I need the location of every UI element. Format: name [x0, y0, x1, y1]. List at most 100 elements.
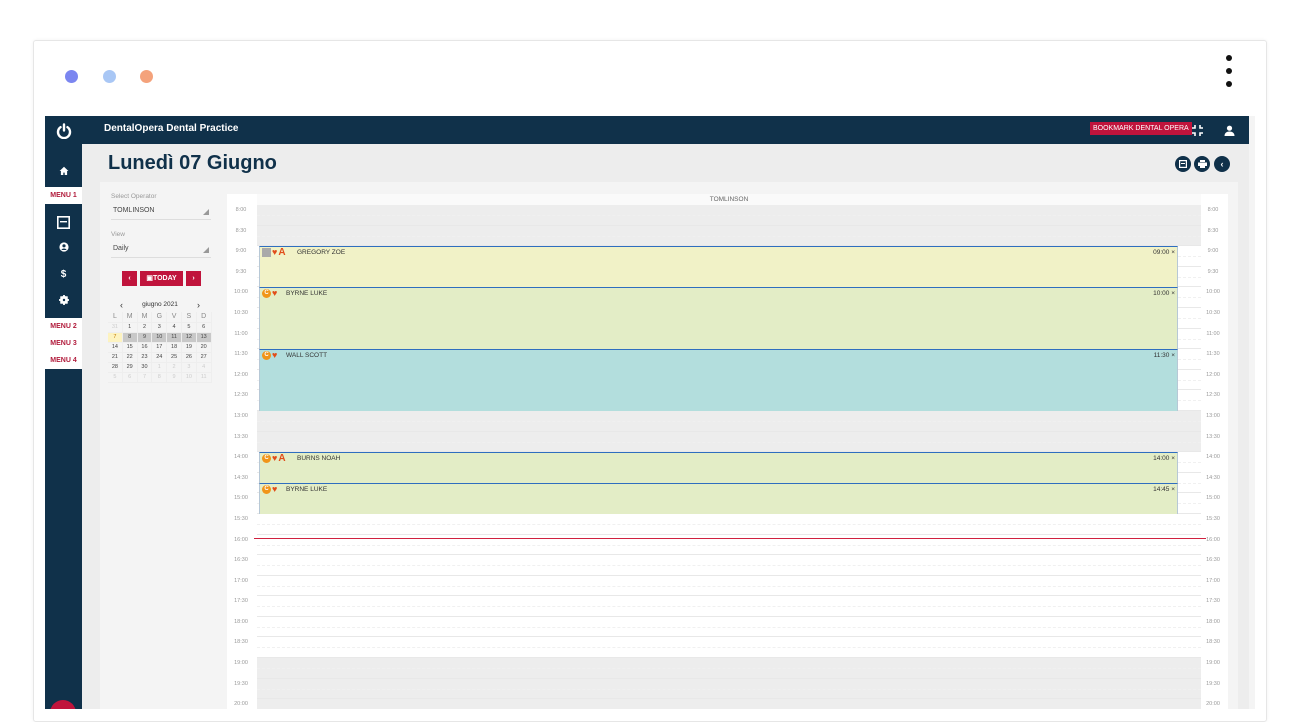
kebab-menu-icon[interactable]	[1222, 55, 1236, 101]
time-row[interactable]: 16:30 16:30	[227, 555, 1228, 576]
appointment-block[interactable]: C ♥ BYRNE LUKE 10:00 ×	[259, 287, 1178, 350]
mini-day-cell[interactable]: 13	[196, 333, 212, 343]
time-row[interactable]: 19:00 19:00	[227, 658, 1228, 679]
appointment-block[interactable]: C ♥ BYRNE LUKE 14:45 ×	[259, 483, 1178, 514]
mini-day-cell[interactable]: 16	[137, 343, 153, 353]
prev-day-button[interactable]: ‹	[122, 271, 137, 286]
mini-day-cell[interactable]: 2	[167, 363, 182, 373]
bookmark-button[interactable]: BOOKMARK DENTAL OPERA	[1090, 122, 1192, 135]
appointment-block[interactable]: ♥ A GREGORY ZOE 09:00 ×	[259, 246, 1178, 288]
mini-day-cell[interactable]: 22	[122, 353, 138, 363]
mini-day-cell[interactable]: 26	[181, 353, 197, 363]
mini-next-month-icon[interactable]: ›	[197, 298, 200, 312]
time-slot[interactable]	[257, 576, 1201, 597]
calendar-circle-icon[interactable]	[1175, 156, 1191, 172]
collapse-chevron-icon[interactable]: ‹	[1214, 156, 1230, 172]
appointment-block[interactable]: C ♥ WALL SCOTT 11:30 ×	[259, 349, 1178, 411]
mini-day-cell[interactable]: 21	[108, 353, 123, 363]
mini-day-cell[interactable]: 19	[181, 343, 197, 353]
time-slot[interactable]	[257, 637, 1201, 659]
user-icon[interactable]	[1222, 123, 1236, 137]
appointment-time[interactable]: 11:30 ×	[1154, 352, 1175, 359]
time-slot[interactable]	[257, 410, 1201, 432]
print-icon[interactable]	[1194, 156, 1210, 172]
mini-prev-month-icon[interactable]: ‹	[120, 298, 123, 312]
mini-day-cell[interactable]: 5	[108, 373, 123, 383]
mini-day-cell[interactable]: 11	[167, 333, 182, 343]
mini-day-cell[interactable]: 1	[122, 323, 138, 333]
time-slot[interactable]	[257, 678, 1201, 700]
time-slot[interactable]	[257, 658, 1201, 679]
mini-day-cell[interactable]: 10	[152, 333, 168, 343]
mini-day-cell[interactable]: 10	[181, 373, 197, 383]
mini-day-cell[interactable]: 20	[196, 343, 212, 353]
sidebar-menu-2[interactable]: MENU 2	[45, 318, 82, 335]
time-row[interactable]: 17:00 17:00	[227, 576, 1228, 597]
mini-day-cell[interactable]: 7	[108, 333, 123, 343]
sidebar-menu-1[interactable]: MENU 1	[45, 187, 82, 204]
time-row[interactable]: 20:00 20:00	[227, 699, 1228, 709]
dollar-icon[interactable]: $	[45, 264, 82, 284]
mini-day-cell[interactable]: 5	[181, 323, 197, 333]
mini-day-cell[interactable]: 31	[108, 323, 123, 333]
scrollbar[interactable]	[1249, 116, 1255, 709]
time-row[interactable]: 19:30 19:30	[227, 678, 1228, 700]
compress-icon[interactable]	[1190, 123, 1204, 137]
time-row[interactable]: 13:00 13:00	[227, 410, 1228, 432]
mini-day-cell[interactable]: 8	[122, 333, 138, 343]
mini-day-cell[interactable]: 7	[137, 373, 153, 383]
time-slot[interactable]	[257, 555, 1201, 576]
appointment-time[interactable]: 10:00 ×	[1153, 290, 1175, 297]
next-day-button[interactable]: ›	[186, 271, 201, 286]
view-select[interactable]: Daily	[111, 243, 211, 258]
time-slot[interactable]	[257, 596, 1201, 617]
mini-day-cell[interactable]: 27	[196, 353, 212, 363]
gear-icon[interactable]	[45, 290, 82, 310]
operator-select[interactable]: TOMLINSON	[111, 205, 211, 220]
appointment-block[interactable]: C ♥ A BURNS NOAH 14:00 ×	[259, 452, 1178, 484]
mini-day-cell[interactable]: 14	[108, 343, 123, 353]
time-row[interactable]: 8:30 8:30	[227, 225, 1228, 247]
time-slot[interactable]	[257, 431, 1201, 453]
mini-day-cell[interactable]: 1	[152, 363, 168, 373]
time-row[interactable]: 13:30 13:30	[227, 431, 1228, 453]
mini-day-cell[interactable]: 29	[122, 363, 138, 373]
mini-day-cell[interactable]: 17	[152, 343, 168, 353]
mini-day-cell[interactable]: 6	[196, 323, 212, 333]
mini-day-cell[interactable]: 30	[137, 363, 153, 373]
mini-day-cell[interactable]: 3	[181, 363, 197, 373]
time-row[interactable]: 8:00 8:00	[227, 205, 1228, 226]
sidebar-menu-4[interactable]: MENU 4	[45, 352, 82, 369]
mini-day-cell[interactable]: 23	[137, 353, 153, 363]
mini-day-cell[interactable]: 25	[167, 353, 182, 363]
window-dot-blue[interactable]	[65, 70, 78, 83]
appointment-time[interactable]: 14:00 ×	[1153, 455, 1175, 462]
mini-day-cell[interactable]: 18	[167, 343, 182, 353]
home-icon[interactable]	[45, 161, 82, 181]
window-dot-lightblue[interactable]	[103, 70, 116, 83]
mini-day-cell[interactable]: 8	[152, 373, 168, 383]
mini-day-cell[interactable]: 4	[167, 323, 182, 333]
sidebar-menu-3[interactable]: MENU 3	[45, 335, 82, 352]
time-slot[interactable]	[257, 514, 1201, 535]
time-row[interactable]: 17:30 17:30	[227, 596, 1228, 617]
time-slot[interactable]	[257, 225, 1201, 247]
time-row[interactable]: 18:30 18:30	[227, 637, 1228, 659]
time-row[interactable]: 15:30 15:30	[227, 514, 1228, 535]
time-slot[interactable]	[257, 617, 1201, 638]
mini-day-cell[interactable]: 6	[122, 373, 138, 383]
mini-day-cell[interactable]: 4	[196, 363, 212, 373]
mini-day-cell[interactable]: 3	[152, 323, 168, 333]
power-icon[interactable]	[45, 116, 82, 146]
mini-day-cell[interactable]: 2	[137, 323, 153, 333]
calendar-icon[interactable]	[45, 212, 82, 232]
appointment-time[interactable]: 14:45 ×	[1153, 486, 1175, 493]
today-button[interactable]: ▣TODAY	[140, 271, 183, 286]
mini-day-cell[interactable]: 24	[152, 353, 168, 363]
mini-day-cell[interactable]: 9	[167, 373, 182, 383]
window-dot-orange[interactable]	[140, 70, 153, 83]
user-circle-icon[interactable]	[45, 237, 82, 257]
mini-day-cell[interactable]: 28	[108, 363, 123, 373]
sidebar-bottom-button[interactable]	[50, 700, 76, 709]
time-slot[interactable]	[257, 205, 1201, 226]
